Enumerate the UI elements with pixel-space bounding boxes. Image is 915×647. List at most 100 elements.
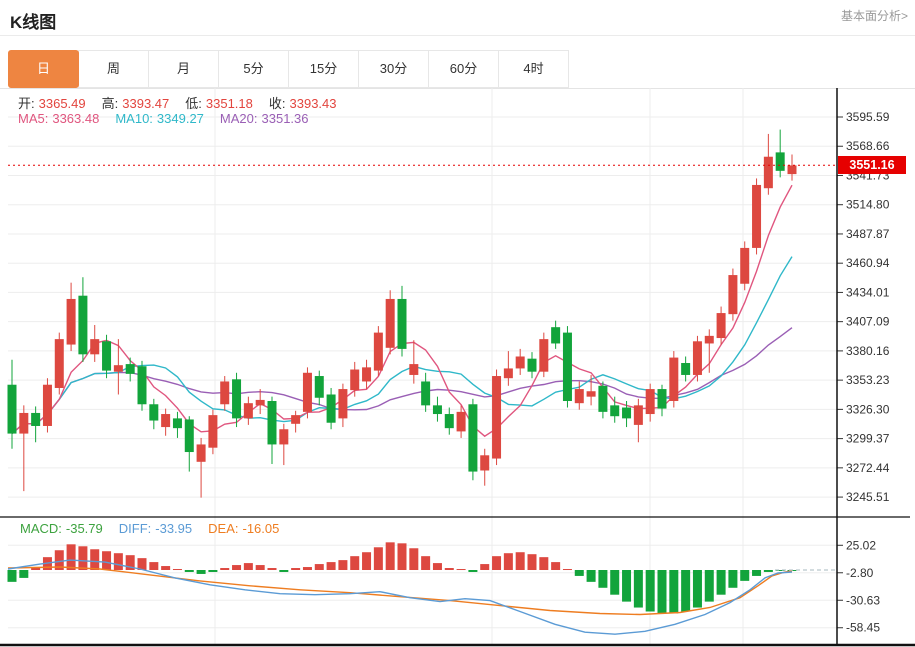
tab-4时[interactable]: 4时	[498, 50, 569, 88]
candle-body[interactable]	[776, 152, 785, 170]
candle-body[interactable]	[31, 413, 40, 426]
candle-body[interactable]	[634, 405, 643, 425]
ohlc-row: 开:3365.49高:3393.47低:3351.18收:3393.43	[18, 93, 341, 112]
macd-bar	[197, 570, 206, 574]
open-value: 3365.49	[39, 96, 86, 111]
candle-body[interactable]	[788, 165, 797, 174]
candle-body[interactable]	[457, 412, 466, 432]
candle-body[interactable]	[8, 385, 17, 434]
candle-body[interactable]	[539, 339, 548, 372]
candle-body[interactable]	[610, 405, 619, 416]
macd-bar	[386, 542, 395, 570]
candle-body[interactable]	[717, 313, 726, 338]
candle-body[interactable]	[102, 341, 111, 370]
candle-body[interactable]	[350, 370, 359, 391]
kline-chart[interactable]: 3595.593568.663541.733514.803487.873460.…	[0, 88, 915, 647]
open-label: 开:	[18, 96, 35, 111]
candle-body[interactable]	[563, 333, 572, 401]
candle-body[interactable]	[185, 419, 194, 452]
candle-body[interactable]	[114, 365, 123, 372]
tab-15分[interactable]: 15分	[288, 50, 359, 88]
ma20-label: MA20:	[220, 111, 258, 126]
candle-body[interactable]	[468, 404, 477, 471]
tab-60分[interactable]: 60分	[428, 50, 499, 88]
macd-bar	[468, 570, 477, 572]
candle-body[interactable]	[327, 394, 336, 422]
candle-body[interactable]	[161, 414, 170, 427]
candle-body[interactable]	[220, 381, 229, 404]
candle-body[interactable]	[90, 339, 99, 354]
candle-body[interactable]	[409, 364, 418, 375]
candle-body[interactable]	[208, 415, 217, 448]
candle-body[interactable]	[669, 358, 678, 401]
candle-body[interactable]	[149, 404, 158, 420]
candle-body[interactable]	[398, 299, 407, 349]
candle-body[interactable]	[575, 389, 584, 403]
candle-body[interactable]	[433, 405, 442, 414]
price-axis-label: 3245.51	[846, 490, 890, 504]
candle-body[interactable]	[740, 248, 749, 284]
candle-body[interactable]	[528, 359, 537, 372]
candle-body[interactable]	[138, 366, 147, 404]
candle-body[interactable]	[256, 400, 265, 405]
candle-body[interactable]	[504, 368, 513, 378]
candle-body[interactable]	[622, 408, 631, 419]
candle-body[interactable]	[268, 401, 277, 444]
candle-body[interactable]	[480, 455, 489, 470]
candle-body[interactable]	[764, 157, 773, 188]
tab-月[interactable]: 月	[148, 50, 219, 88]
macd-bar	[728, 570, 737, 588]
candle-body[interactable]	[43, 385, 52, 426]
candle-body[interactable]	[291, 415, 300, 424]
candle-body[interactable]	[279, 429, 288, 444]
candle-body[interactable]	[705, 336, 714, 344]
candle-body[interactable]	[173, 418, 182, 428]
candle-body[interactable]	[492, 376, 501, 459]
candle-body[interactable]	[752, 185, 761, 248]
macd-bar	[693, 570, 702, 608]
candle-body[interactable]	[551, 327, 560, 343]
candle-body[interactable]	[421, 381, 430, 405]
candle-body[interactable]	[587, 391, 596, 396]
candle-body[interactable]	[338, 389, 347, 418]
candle-body[interactable]	[658, 389, 667, 409]
ma20-value: 3351.36	[262, 111, 309, 126]
candle-body[interactable]	[19, 413, 28, 434]
tab-周[interactable]: 周	[78, 50, 149, 88]
macd-bar	[646, 570, 655, 611]
candle-body[interactable]	[78, 296, 87, 355]
candle-body[interactable]	[55, 339, 64, 388]
candle-body[interactable]	[386, 299, 395, 348]
macd-bar	[161, 566, 170, 570]
tab-日[interactable]: 日	[8, 50, 79, 88]
candle-body[interactable]	[303, 373, 312, 412]
kline-widget: K线图 基本面分析> 日周月5分15分30分60分4时 开:3365.49高:3…	[0, 0, 915, 647]
macd-bar	[327, 562, 336, 570]
diff-value: -33.95	[155, 521, 192, 536]
macd-bar	[220, 568, 229, 570]
candle-body[interactable]	[362, 367, 371, 381]
candle-body[interactable]	[598, 386, 607, 412]
macd-bar	[575, 570, 584, 576]
candle-body[interactable]	[244, 403, 253, 418]
fundamental-analysis-link[interactable]: 基本面分析>	[841, 7, 908, 24]
macd-bar	[445, 568, 454, 570]
price-axis-label: 3326.30	[846, 402, 890, 416]
candle-body[interactable]	[197, 444, 206, 461]
tab-5分[interactable]: 5分	[218, 50, 289, 88]
ma5-value: 3363.48	[52, 111, 99, 126]
candle-body[interactable]	[232, 379, 241, 418]
candle-body[interactable]	[315, 376, 324, 398]
candle-body[interactable]	[693, 341, 702, 375]
candle-body[interactable]	[728, 275, 737, 314]
candle-body[interactable]	[126, 364, 135, 374]
candle-body[interactable]	[646, 389, 655, 414]
candle-body[interactable]	[516, 356, 525, 368]
macd-bar	[717, 570, 726, 595]
macd-bar	[208, 570, 217, 572]
tab-30分[interactable]: 30分	[358, 50, 429, 88]
candle-body[interactable]	[67, 299, 76, 345]
candle-body[interactable]	[681, 363, 690, 375]
candle-body[interactable]	[374, 333, 383, 371]
candle-body[interactable]	[445, 414, 454, 428]
